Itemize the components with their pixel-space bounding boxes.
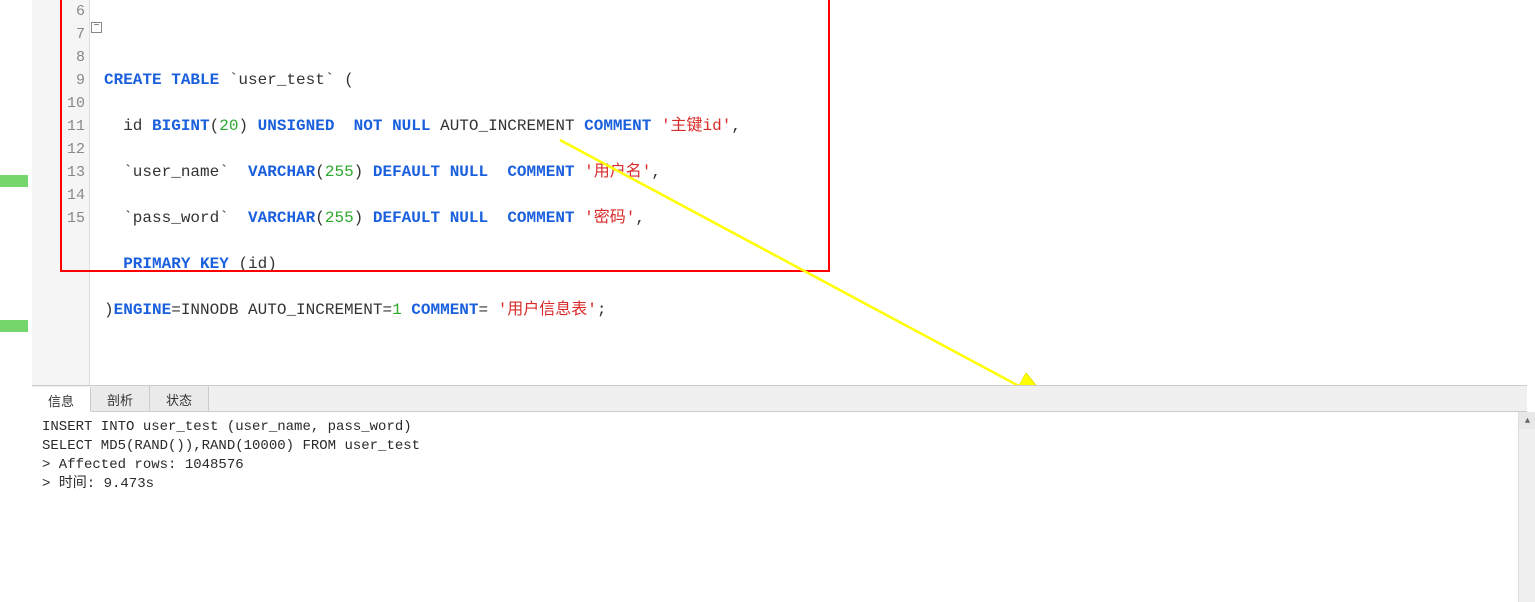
output-text[interactable]: INSERT INTO user_test (user_name, pass_w…: [32, 412, 1527, 500]
line-number-gutter: 6 7 8 9 10 11 12 13 14 15: [32, 0, 90, 385]
line-number: 11: [32, 115, 85, 138]
line-number: 6: [32, 0, 85, 23]
line-number: 8: [32, 46, 85, 69]
code-area[interactable]: CREATE TABLE `user_test` ( id BIGINT(20)…: [104, 0, 1535, 385]
line-number: 15: [32, 207, 85, 230]
line-number: 10: [32, 92, 85, 115]
results-tabs: 信息 剖析 状态: [32, 386, 1527, 412]
editor-left-margin: [0, 0, 32, 385]
tab-status[interactable]: 状态: [150, 386, 209, 411]
sql-editor[interactable]: 6 7 8 9 10 11 12 13 14 15 − CREATE TABLE…: [0, 0, 1535, 385]
change-marker: [0, 175, 28, 187]
fold-column: −: [90, 0, 104, 385]
line-number: 9: [32, 69, 85, 92]
line-number: 7: [32, 23, 85, 46]
vertical-scrollbar[interactable]: ▲: [1518, 412, 1535, 602]
scroll-up-icon[interactable]: ▲: [1519, 412, 1535, 429]
line-number: 14: [32, 184, 85, 207]
fold-toggle-icon[interactable]: −: [91, 22, 102, 33]
tab-profile[interactable]: 剖析: [91, 386, 150, 411]
line-number: 12: [32, 138, 85, 161]
tab-info[interactable]: 信息: [32, 387, 91, 412]
change-marker: [0, 320, 28, 332]
results-panel: 信息 剖析 状态 INSERT INTO user_test (user_nam…: [32, 385, 1527, 602]
line-number: 13: [32, 161, 85, 184]
